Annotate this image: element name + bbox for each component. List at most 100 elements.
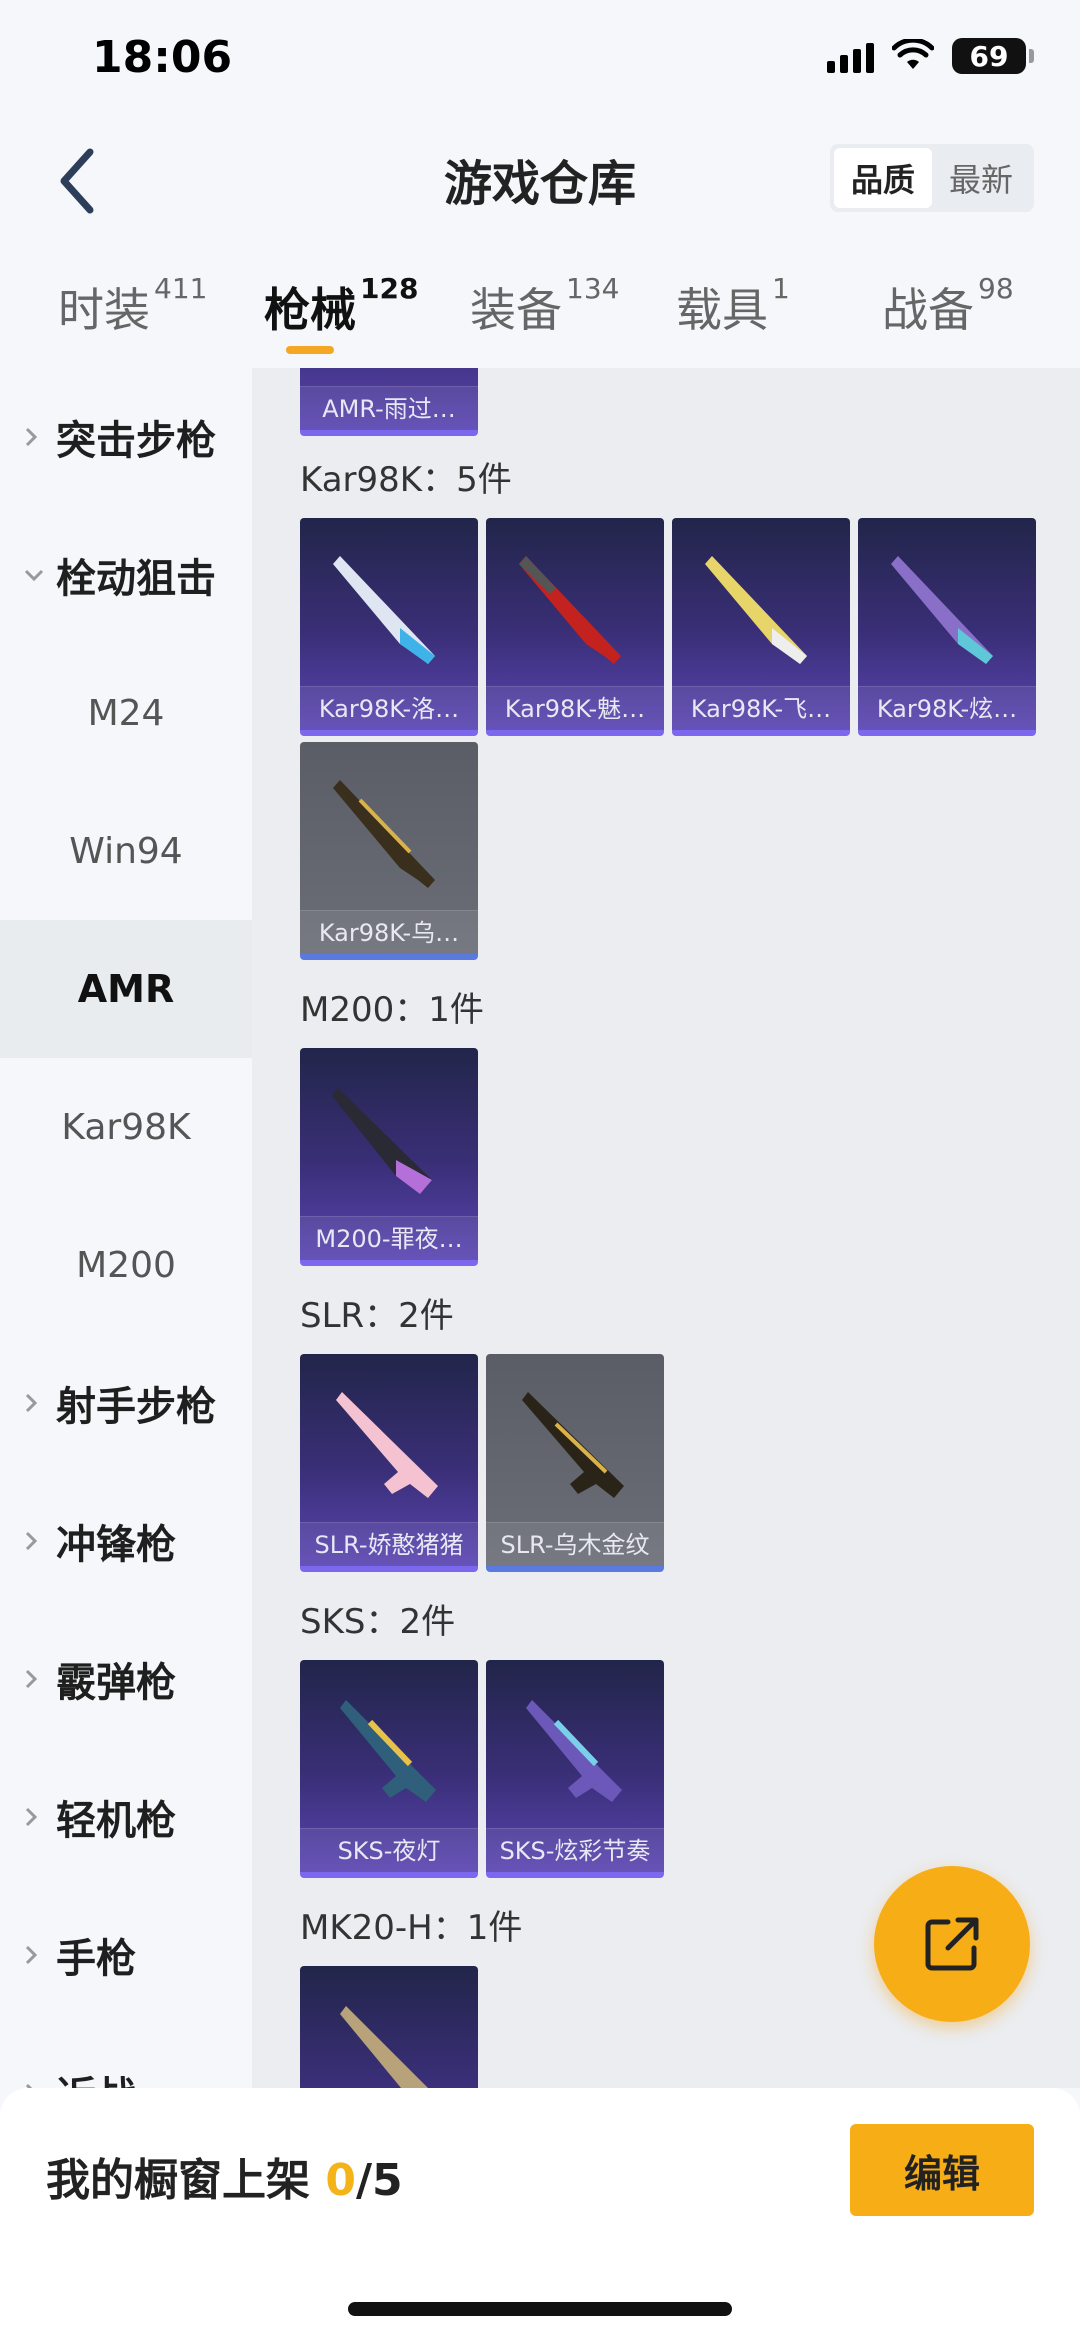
chevron-right-icon — [22, 2081, 56, 2088]
chevron-down-icon — [22, 566, 56, 584]
gun-card[interactable]: SKS-炫彩节奏 — [486, 1660, 664, 1878]
rifle-image — [705, 556, 807, 664]
rifle-image — [526, 1700, 622, 1802]
sidebar-item-label: 突击步枪 — [56, 418, 216, 464]
gun-card[interactable]: Kar98K-洛… — [300, 518, 478, 736]
share-button[interactable] — [874, 1866, 1030, 2022]
sidebar-item-melee[interactable]: 近战 — [0, 2024, 252, 2088]
tab-equipment[interactable]: 装备 134 — [470, 272, 620, 340]
rifle-image — [333, 780, 435, 888]
gun-card-name: Kar98K-乌… — [300, 910, 478, 954]
rifle-image — [333, 556, 435, 664]
sidebar-item-assault-rifle[interactable]: 突击步枪 — [0, 368, 252, 506]
gun-card[interactable] — [300, 1966, 478, 2088]
sidebar-item-label: 冲锋枪 — [56, 1522, 176, 1568]
sort-toggle: 品质 最新 — [830, 144, 1034, 212]
tab-vehicles[interactable]: 载具 1 — [676, 272, 790, 340]
gun-card[interactable]: Kar98K-炫… — [858, 518, 1036, 736]
rifle-image — [332, 1088, 432, 1194]
rifle-image — [340, 2006, 428, 2088]
chevron-right-icon — [22, 1529, 56, 1553]
tab-label: 装备 — [470, 283, 562, 337]
gun-card[interactable]: SLR-娇憨猪猪 — [300, 1354, 478, 1572]
tab-count: 98 — [978, 272, 1014, 305]
gun-card[interactable]: Kar98K-飞… — [672, 518, 850, 736]
wifi-icon — [892, 39, 934, 69]
gun-card[interactable]: AMR-雨过… — [300, 368, 478, 436]
chevron-right-icon — [22, 1391, 56, 1415]
signal-icon — [827, 39, 874, 73]
gun-card-name: M200-罪夜… — [300, 1216, 478, 1260]
group-label: Kar98K：5件 — [300, 460, 512, 500]
sidebar-item-label: 射手步枪 — [56, 1384, 216, 1430]
gun-card-name: AMR-雨过… — [300, 386, 478, 430]
edit-button[interactable]: 编辑 — [850, 2124, 1034, 2216]
tab-supplies[interactable]: 战备 98 — [882, 272, 1014, 340]
tab-count: 134 — [566, 272, 620, 305]
tab-count: 128 — [360, 272, 419, 305]
chevron-right-icon — [22, 1667, 56, 1691]
sidebar-item-label: 霰弹枪 — [56, 1660, 176, 1706]
sidebar-item-label: 轻机枪 — [56, 1798, 176, 1844]
tab-fashion[interactable]: 时装 411 — [58, 272, 208, 340]
status-bar: 18:06 69 — [0, 0, 1080, 120]
gun-card-name: Kar98K-洛… — [300, 686, 478, 730]
sidebar-item-m24[interactable]: M24 — [0, 644, 252, 782]
sidebar-item-lmg[interactable]: 轻机枪 — [0, 1748, 252, 1886]
sort-newest-button[interactable]: 最新 — [932, 148, 1030, 208]
tab-label: 枪械 — [264, 283, 356, 337]
gun-card-name: SKS-夜灯 — [300, 1828, 478, 1872]
sidebar-item-amr[interactable]: AMR — [0, 920, 252, 1058]
status-time: 18:06 — [92, 32, 233, 83]
rifle-image — [522, 1392, 624, 1498]
sidebar-item-bolt-sniper[interactable]: 栓动狙击 — [0, 506, 252, 644]
gun-card[interactable]: M200-罪夜… — [300, 1048, 478, 1266]
home-indicator — [348, 2302, 732, 2316]
sidebar-item-win94[interactable]: Win94 — [0, 782, 252, 920]
bottom-bar: 我的橱窗上架 0/5 编辑 — [0, 2088, 1080, 2339]
inventory-grid: AMR-雨过… Kar98K：5件 Kar98K-洛… Kar98K-魅… Ka… — [252, 368, 1080, 2088]
chevron-right-icon — [22, 425, 56, 449]
group-label: SLR：2件 — [300, 1296, 454, 1336]
chevron-right-icon — [22, 1805, 56, 1829]
sidebar-item-label: 手枪 — [56, 1936, 136, 1982]
gun-card-name: SKS-炫彩节奏 — [486, 1828, 664, 1872]
group-label: MK20-H：1件 — [300, 1908, 523, 1948]
sidebar-item-kar98k[interactable]: Kar98K — [0, 1058, 252, 1196]
gun-card[interactable]: SKS-夜灯 — [300, 1660, 478, 1878]
chevron-right-icon — [22, 1943, 56, 1967]
sidebar-item-smg[interactable]: 冲锋枪 — [0, 1472, 252, 1610]
gun-card[interactable]: Kar98K-魅… — [486, 518, 664, 736]
group-label: SKS：2件 — [300, 1602, 456, 1642]
tab-guns[interactable]: 枪械 128 — [264, 272, 419, 340]
active-tab-indicator — [286, 346, 334, 354]
gun-card-name: Kar98K-飞… — [672, 686, 850, 730]
battery-icon: 69 — [952, 38, 1034, 74]
sort-quality-button[interactable]: 品质 — [834, 148, 932, 208]
header: 游戏仓库 品质 最新 — [0, 120, 1080, 240]
tab-count: 411 — [154, 272, 208, 305]
tab-label: 时装 — [58, 283, 150, 337]
gun-card-name: SLR-娇憨猪猪 — [300, 1522, 478, 1566]
rifle-image — [340, 1700, 436, 1802]
gun-card[interactable]: SLR-乌木金纹 — [486, 1354, 664, 1572]
rifle-image — [336, 1392, 438, 1498]
sidebar-item-shotgun[interactable]: 霰弹枪 — [0, 1610, 252, 1748]
sidebar-item-marksman-rifle[interactable]: 射手步枪 — [0, 1334, 252, 1472]
gun-card[interactable]: Kar98K-乌… — [300, 742, 478, 960]
rifle-image — [519, 556, 621, 664]
showcase-total: /5 — [355, 2155, 403, 2206]
external-link-icon — [925, 1917, 979, 1971]
sidebar-item-label: 栓动狙击 — [56, 556, 216, 602]
gun-card-name: Kar98K-魅… — [486, 686, 664, 730]
tab-label: 载具 — [676, 283, 768, 337]
sidebar-item-m200[interactable]: M200 — [0, 1196, 252, 1334]
sidebar-item-pistol[interactable]: 手枪 — [0, 1886, 252, 2024]
gun-card-name: SLR-乌木金纹 — [486, 1522, 664, 1566]
status-icons: 69 — [827, 38, 1034, 74]
gun-card-name: Kar98K-炫… — [858, 686, 1036, 730]
tab-label: 战备 — [882, 283, 974, 337]
showcase-label: 我的橱窗上架 — [46, 2155, 326, 2206]
sidebar-item-label: 近战 — [56, 2064, 136, 2088]
category-tabs: 时装 411 枪械 128 装备 134 载具 1 战备 98 — [0, 250, 1080, 366]
